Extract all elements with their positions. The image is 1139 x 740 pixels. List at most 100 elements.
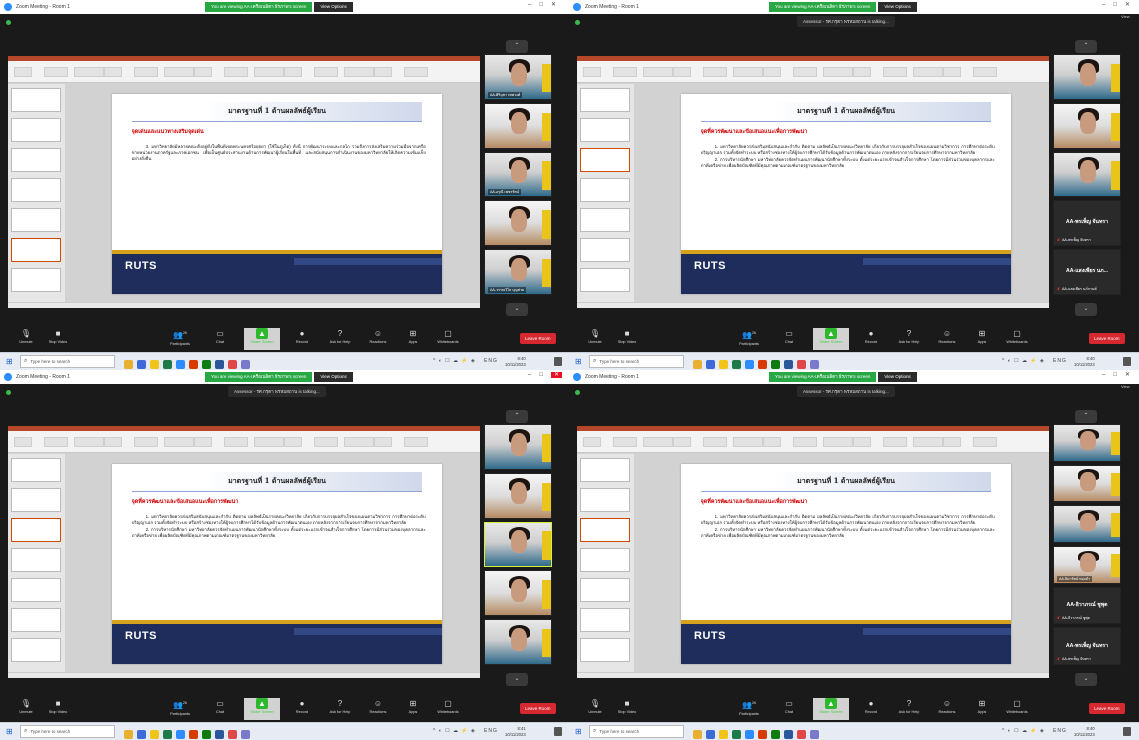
close-button[interactable]: ✕	[550, 372, 562, 378]
minimize-button[interactable]: –	[1102, 2, 1105, 8]
participant-video-tile[interactable]	[484, 619, 552, 665]
pinned-app-icon[interactable]	[693, 360, 702, 369]
apps-button[interactable]: ⊞ Apps	[964, 698, 1000, 720]
view-options-button[interactable]: View Options	[878, 372, 917, 382]
unmute-button[interactable]: 🎙 Unmute	[8, 328, 44, 350]
participant-name-tile[interactable]: AA-พรเพ็ญ จันทรา ✘ AA-พรเพ็ญ จันทรา	[1053, 627, 1121, 665]
gallery-scroll-up-button[interactable]: ⌃	[506, 40, 528, 53]
reactions-button[interactable]: ☺ Reactions	[929, 698, 965, 720]
pinned-app-icon[interactable]	[189, 360, 198, 369]
gallery-scroll-down-button[interactable]: ⌄	[506, 673, 528, 686]
pinned-app-icon[interactable]	[150, 730, 159, 739]
record-button[interactable]: ● Record	[284, 328, 320, 350]
windows-start-icon[interactable]: ⊞	[575, 357, 582, 367]
participant-video-tile[interactable]	[1053, 102, 1121, 149]
close-button[interactable]: ✕	[1125, 2, 1130, 8]
participant-video-tile[interactable]	[1053, 54, 1121, 100]
pinned-app-icon[interactable]	[758, 360, 767, 369]
apps-button[interactable]: ⊞ Apps	[964, 328, 1000, 350]
participant-name-tile[interactable]: AA-พรเพ็ญ จันทรา ✘ AA-พรเพ็ญ จันทรา	[1053, 200, 1121, 247]
unmute-button[interactable]: 🎙 Unmute	[577, 328, 613, 350]
ask-for-help-button[interactable]: ? Ask for Help	[891, 328, 927, 350]
share-screen-button[interactable]: ▲ Share Screen	[244, 328, 280, 350]
taskbar-search-box[interactable]: ⌕ Type here to search	[20, 725, 115, 738]
pinned-app-icon[interactable]	[241, 360, 250, 369]
ask-for-help-button[interactable]: ? Ask for Help	[891, 698, 927, 720]
slide-thumbnail[interactable]	[11, 88, 62, 112]
participants-button[interactable]: 👥26 Participants	[731, 328, 767, 350]
pinned-app-icon[interactable]	[797, 360, 806, 369]
pinned-app-icon[interactable]	[241, 730, 250, 739]
slide-thumbnail[interactable]	[11, 268, 62, 292]
apps-button[interactable]: ⊞ Apps	[395, 328, 431, 350]
maximize-button[interactable]: □	[539, 372, 543, 378]
maximize-button[interactable]: □	[539, 2, 543, 8]
leave-room-button[interactable]: Leave Room	[520, 703, 556, 714]
participant-video-tile[interactable]	[484, 200, 552, 247]
pinned-app-icon[interactable]	[732, 360, 741, 369]
pinned-app-icon[interactable]	[784, 360, 793, 369]
pinned-app-icon[interactable]	[228, 360, 237, 369]
chat-button[interactable]: ▭ Chat	[202, 698, 238, 720]
pinned-app-icon[interactable]	[732, 730, 741, 739]
slide-thumbnail[interactable]	[580, 148, 631, 172]
slide-thumbnail[interactable]	[11, 178, 62, 202]
chat-button[interactable]: ▭ Chat	[771, 698, 807, 720]
chat-button[interactable]: ▭ Chat	[202, 328, 238, 350]
pinned-app-icon[interactable]	[228, 730, 237, 739]
pinned-app-icon[interactable]	[202, 730, 211, 739]
participants-button[interactable]: 👥26 Participants	[162, 698, 198, 720]
participant-video-tile[interactable]: AA-อรุณี เพชรรัตน์	[484, 151, 552, 198]
slide-thumbnail[interactable]	[11, 148, 62, 172]
pinned-app-icon[interactable]	[745, 730, 754, 739]
windows-start-icon[interactable]: ⊞	[6, 727, 13, 737]
pinned-app-icon[interactable]	[215, 360, 224, 369]
close-button[interactable]: ✕	[1125, 372, 1130, 378]
reactions-button[interactable]: ☺ Reactions	[929, 328, 965, 350]
slide-thumbnail[interactable]	[580, 458, 631, 482]
slide-thumbnail[interactable]	[11, 608, 62, 632]
view-button[interactable]: View	[1121, 14, 1130, 19]
pinned-app-icon[interactable]	[215, 730, 224, 739]
gallery-scroll-down-button[interactable]: ⌄	[1075, 673, 1097, 686]
close-button[interactable]: ✕	[551, 2, 556, 8]
view-label[interactable]: View	[1121, 14, 1130, 19]
slide-thumbnail[interactable]	[11, 208, 62, 232]
pinned-app-icon[interactable]	[137, 730, 146, 739]
slide-thumbnail[interactable]	[580, 208, 631, 232]
view-button[interactable]: View	[1121, 384, 1130, 389]
slide-thumbnail[interactable]	[11, 458, 62, 482]
share-screen-button[interactable]: ▲ Share Screen	[244, 698, 280, 720]
taskbar-search-box[interactable]: ⌕ Type here to search	[589, 355, 684, 368]
pinned-app-icon[interactable]	[693, 730, 702, 739]
share-screen-button[interactable]: ▲ Share Screen	[813, 698, 849, 720]
pinned-app-icon[interactable]	[124, 360, 133, 369]
participant-video-tile[interactable]	[1053, 505, 1121, 543]
participant-video-tile[interactable]: AA-ธิดารัตน์ ทองคำ	[1053, 546, 1121, 584]
pinned-app-icon[interactable]	[745, 360, 754, 369]
slide-thumbnail[interactable]	[580, 548, 631, 572]
record-button[interactable]: ● Record	[853, 698, 889, 720]
pinned-app-icon[interactable]	[810, 360, 819, 369]
record-button[interactable]: ● Record	[284, 698, 320, 720]
unmute-button[interactable]: 🎙 Unmute	[8, 698, 44, 720]
participant-name-tile[interactable]: AA-แสงเพียร นภ... ✘ AA-แสงเพียร นภ์กานต์	[1053, 249, 1121, 295]
ask-for-help-button[interactable]: ? Ask for Help	[322, 698, 358, 720]
slide-thumbnail[interactable]	[580, 268, 631, 292]
minimize-button[interactable]: –	[528, 372, 531, 378]
slide-thumbnail[interactable]	[11, 578, 62, 602]
slide-thumbnail[interactable]	[11, 638, 62, 662]
participant-video-tile[interactable]: AA-ศิรินุชา เทพวงศ์	[484, 54, 552, 100]
notification-center-icon[interactable]	[1123, 357, 1131, 366]
pinned-app-icon[interactable]	[771, 360, 780, 369]
slide-thumbnail[interactable]	[580, 88, 631, 112]
slide-thumbnail[interactable]	[11, 118, 62, 142]
gallery-scroll-up-button[interactable]: ⌃	[1075, 410, 1097, 423]
notification-center-icon[interactable]	[554, 727, 562, 736]
pinned-app-icon[interactable]	[189, 730, 198, 739]
slide-thumbnail[interactable]	[11, 548, 62, 572]
whiteboards-button[interactable]: ▢ Whiteboards	[430, 328, 466, 350]
minimize-button[interactable]: –	[528, 2, 531, 8]
participant-video-tile[interactable]	[1053, 151, 1121, 198]
gallery-scroll-up-button[interactable]: ⌃	[1075, 40, 1097, 53]
